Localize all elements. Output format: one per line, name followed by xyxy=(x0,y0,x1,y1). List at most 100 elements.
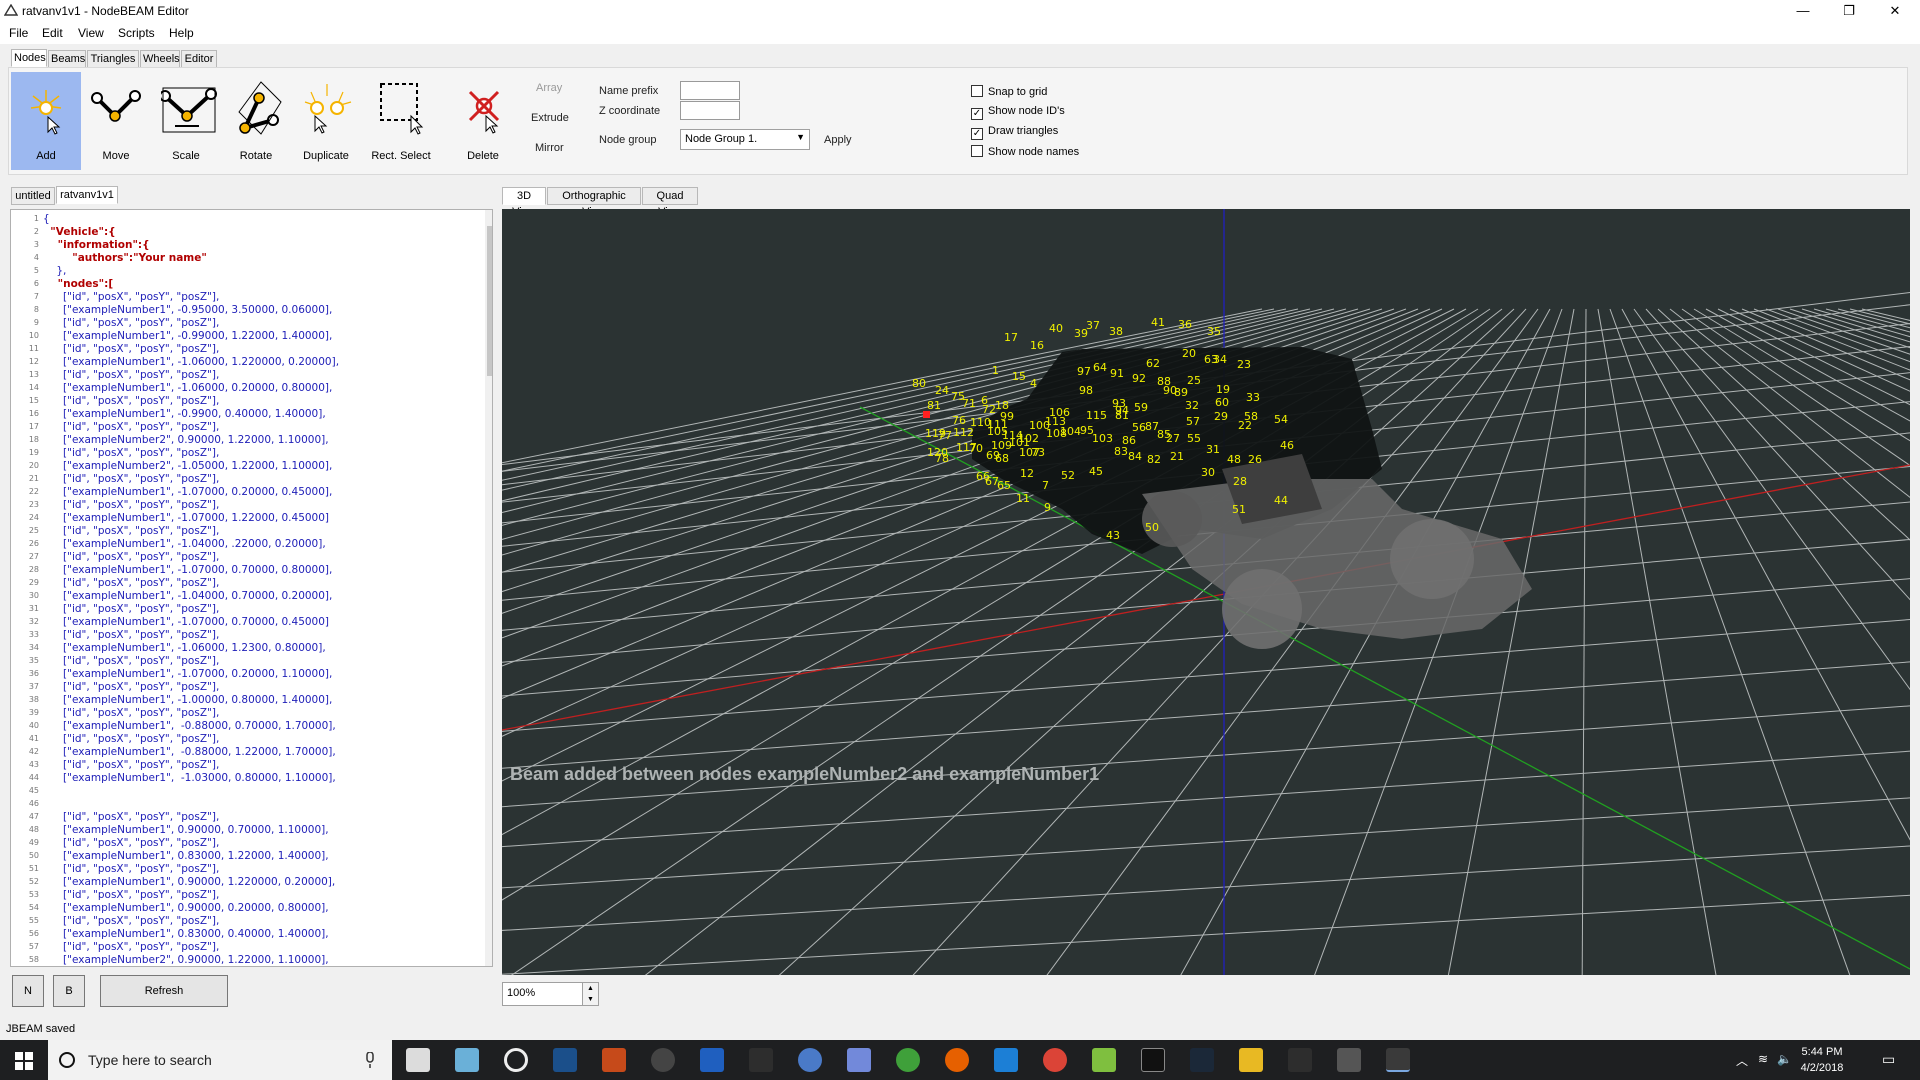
tab-wheels[interactable]: Wheels xyxy=(140,50,180,68)
windows-start-icon[interactable] xyxy=(15,1052,33,1070)
node-id-label[interactable]: 89 xyxy=(1174,386,1188,399)
jbeam-code-editor[interactable]: 1 {2 "Vehicle":{3 "information":{4 "autho… xyxy=(10,209,493,967)
node-id-label[interactable]: 11 xyxy=(1016,492,1030,505)
node-id-label[interactable]: 17 xyxy=(1004,331,1018,344)
steam-icon[interactable] xyxy=(1190,1048,1214,1072)
editor-scrollbar[interactable] xyxy=(485,210,492,966)
draw-triangles-checkbox[interactable]: ✓ xyxy=(971,128,983,140)
scale-tool-button[interactable]: Scale xyxy=(151,72,221,170)
file-tab-ratvanv1v1[interactable]: ratvanv1v1 xyxy=(56,186,118,204)
node-id-label[interactable]: 40 xyxy=(1049,322,1063,335)
node-id-label[interactable]: 92 xyxy=(1132,372,1146,385)
tab-3d-view[interactable]: 3D View xyxy=(502,187,546,218)
edge-icon[interactable] xyxy=(994,1048,1018,1072)
array-button[interactable]: Array xyxy=(536,82,562,94)
epic-games-icon[interactable] xyxy=(1141,1048,1165,1072)
add-tool-button[interactable]: Add xyxy=(11,72,81,170)
maximize-button[interactable]: ❐ xyxy=(1826,0,1872,22)
show-node-ids-checkbox[interactable]: ✓ xyxy=(971,108,983,120)
node-id-label[interactable]: 77 xyxy=(938,429,952,442)
node-id-label[interactable]: 31 xyxy=(1206,443,1220,456)
node-id-label[interactable]: 39 xyxy=(1074,327,1088,340)
layers-app-icon[interactable] xyxy=(1092,1048,1116,1072)
tab-quad-view[interactable]: Quad View xyxy=(642,187,698,218)
name-prefix-input[interactable] xyxy=(680,81,740,100)
node-id-label[interactable]: 35 xyxy=(1207,325,1221,338)
menu-scripts[interactable]: Scripts xyxy=(118,26,155,40)
network-icon[interactable]: ≋ xyxy=(1758,1052,1768,1066)
extrude-button[interactable]: Extrude xyxy=(531,112,569,124)
notification-icon[interactable]: ▭ xyxy=(1882,1051,1895,1068)
node-id-label[interactable]: 30 xyxy=(1201,466,1215,479)
menu-edit[interactable]: Edit xyxy=(42,26,63,40)
tab-orthographic-view[interactable]: Orthographic View xyxy=(547,187,641,218)
node-id-label[interactable]: 22 xyxy=(1238,419,1252,432)
record-icon[interactable] xyxy=(504,1048,528,1072)
viewport-3d[interactable]: 17 40 37 39 38 41 36 35 16 20 63 34 23 97 64 91 62 92 88 25… xyxy=(502,209,1910,975)
node-id-label[interactable]: 29 xyxy=(1214,410,1228,423)
snap-to-grid-option[interactable]: Snap to grid xyxy=(971,85,1047,98)
node-id-label[interactable]: 108 xyxy=(1046,427,1067,440)
taskbar-search-box[interactable]: Type here to search xyxy=(48,1040,392,1080)
file-explorer-icon[interactable] xyxy=(1239,1048,1263,1072)
visual-v-icon[interactable] xyxy=(700,1048,724,1072)
node-id-label[interactable]: 32 xyxy=(1185,399,1199,412)
snap-to-grid-checkbox[interactable] xyxy=(971,85,983,97)
apply-button[interactable]: Apply xyxy=(824,134,852,146)
node-id-label[interactable]: 38 xyxy=(1109,325,1123,338)
node-id-label[interactable]: 48 xyxy=(1227,453,1241,466)
menu-help[interactable]: Help xyxy=(169,26,194,40)
node-id-label[interactable]: 15 xyxy=(1012,370,1026,383)
b-button[interactable]: B xyxy=(53,975,85,1007)
node-id-label[interactable]: 1 xyxy=(992,364,999,377)
node-id-label[interactable]: 28 xyxy=(1233,475,1247,488)
node-id-label[interactable]: 46 xyxy=(1280,439,1294,452)
close-button[interactable]: ✕ xyxy=(1872,0,1918,22)
node-id-label[interactable]: 55 xyxy=(1187,432,1201,445)
zoom-spinner[interactable]: ▲ ▼ xyxy=(582,982,599,1006)
microphone-icon[interactable] xyxy=(364,1052,376,1068)
node-id-label[interactable]: 71 xyxy=(962,397,976,410)
zoom-down-icon[interactable]: ▼ xyxy=(583,994,598,1005)
mail-icon[interactable] xyxy=(406,1048,430,1072)
node-id-label[interactable]: 50 xyxy=(1145,521,1159,534)
scene-canvas[interactable]: 1740 3739 3841 36351620 6334 2397 64 916292 88 25… xyxy=(502,209,1910,975)
node-id-label[interactable]: 98 xyxy=(1079,384,1093,397)
node-id-label[interactable]: 62 xyxy=(1146,357,1160,370)
node-id-label[interactable]: 9 xyxy=(1044,501,1051,514)
node-id-label[interactable]: 80 xyxy=(912,377,926,390)
node-id-label[interactable]: 27 xyxy=(1166,432,1180,445)
node-id-label[interactable]: 24 xyxy=(935,384,949,397)
tab-beams[interactable]: Beams xyxy=(48,50,86,68)
node-id-label[interactable]: 65 xyxy=(997,479,1011,492)
node-id-label[interactable]: 12 xyxy=(1020,467,1034,480)
unity-icon[interactable] xyxy=(1288,1048,1312,1072)
node-id-label[interactable]: 51 xyxy=(1232,503,1246,516)
notepad-icon[interactable] xyxy=(455,1048,479,1072)
node-id-label[interactable]: 83 xyxy=(1114,445,1128,458)
node-id-label[interactable]: 103 xyxy=(1092,432,1113,445)
code-editor-icon[interactable] xyxy=(553,1048,577,1072)
menu-file[interactable]: File xyxy=(9,26,28,40)
tray-chevron-icon[interactable]: ︿ xyxy=(1736,1052,1748,1069)
node-id-label[interactable]: 43 xyxy=(1106,529,1120,542)
show-node-ids-option[interactable]: ✓ Show node ID's xyxy=(971,105,1065,120)
node-id-label[interactable]: 21 xyxy=(1170,450,1184,463)
node-id-label[interactable]: 70 xyxy=(969,442,983,455)
truck-app-icon[interactable] xyxy=(1337,1048,1361,1072)
mirror-button[interactable]: Mirror xyxy=(535,142,564,154)
maps-icon[interactable] xyxy=(896,1048,920,1072)
node-id-label[interactable]: 45 xyxy=(1089,465,1103,478)
nodebeam-taskbar-icon[interactable] xyxy=(1386,1048,1410,1072)
duplicate-tool-button[interactable]: Duplicate xyxy=(291,72,361,170)
tab-editor[interactable]: Editor xyxy=(181,50,217,68)
blender-icon[interactable] xyxy=(602,1048,626,1072)
selected-node-marker[interactable] xyxy=(923,411,930,418)
minimize-button[interactable]: — xyxy=(1780,0,1826,22)
node-id-label[interactable]: 41 xyxy=(1151,316,1165,329)
editor-scroll-thumb[interactable] xyxy=(487,226,492,376)
chrome-icon[interactable] xyxy=(1043,1048,1067,1072)
node-id-label[interactable]: 37 xyxy=(1086,319,1100,332)
node-id-label[interactable]: 115 xyxy=(1086,409,1107,422)
node-id-label[interactable]: 59 xyxy=(1134,401,1148,414)
